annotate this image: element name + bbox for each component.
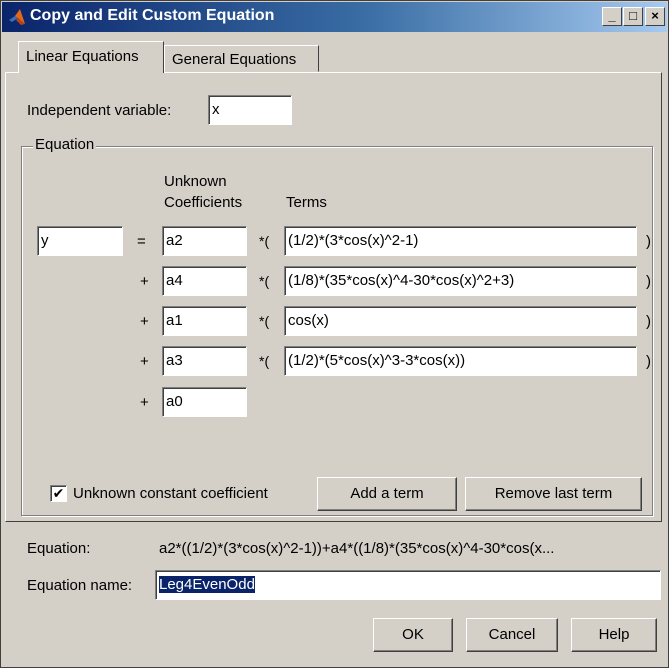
title-bar[interactable]: Copy and Edit Custom Equation _ □ × xyxy=(2,2,667,32)
dependent-variable-input[interactable]: y xyxy=(37,226,123,256)
equation-label: Equation: xyxy=(27,540,91,557)
row-operator: + xyxy=(140,313,149,330)
times-open-paren: *( xyxy=(259,233,270,249)
equation-text: a2*((1/2)*(3*cos(x)^2-1))+a4*((1/8)*(35*… xyxy=(159,540,555,557)
close-paren: ) xyxy=(646,233,651,250)
term-input[interactable]: cos(x) xyxy=(284,306,637,336)
times-open-paren: *( xyxy=(259,353,270,369)
window-title: Copy and Edit Custom Equation xyxy=(30,7,275,24)
constant-coefficient-input[interactable]: a0 xyxy=(162,387,247,417)
term-input[interactable]: (1/2)*(5*cos(x)^3-3*cos(x)) xyxy=(284,346,637,376)
matlab-logo-icon xyxy=(7,7,27,27)
help-button[interactable]: Help xyxy=(571,618,657,652)
terms-header: Terms xyxy=(286,194,327,211)
row-operator: + xyxy=(140,353,149,370)
close-paren: ) xyxy=(646,273,651,290)
unknown-constant-label: Unknown constant coefficient xyxy=(73,485,268,502)
tab-linear-equations[interactable]: Linear Equations xyxy=(18,41,164,73)
unknown-header-line1: Unknown xyxy=(164,173,227,190)
close-paren: ) xyxy=(646,353,651,370)
close-button[interactable]: × xyxy=(645,7,665,26)
ok-button[interactable]: OK xyxy=(373,618,453,652)
tab-general-equations-label: General Equations xyxy=(172,51,297,68)
coefficient-input[interactable]: a1 xyxy=(162,306,247,336)
add-term-button[interactable]: Add a term xyxy=(317,477,457,511)
maximize-button[interactable]: □ xyxy=(623,7,643,26)
tab-linear-equations-label: Linear Equations xyxy=(26,48,139,65)
term-input[interactable]: (1/2)*(3*cos(x)^2-1) xyxy=(284,226,637,256)
dialog-window: Copy and Edit Custom Equation _ □ × Line… xyxy=(0,0,669,668)
independent-variable-input[interactable]: x xyxy=(208,95,292,125)
cancel-button[interactable]: Cancel xyxy=(466,618,558,652)
tab-general-equations[interactable]: General Equations xyxy=(164,45,319,72)
row-operator: = xyxy=(137,233,146,250)
equation-name-input[interactable]: Leg4EvenOdd xyxy=(155,570,661,600)
times-open-paren: *( xyxy=(259,313,270,329)
coefficient-input[interactable]: a2 xyxy=(162,226,247,256)
term-input[interactable]: (1/8)*(35*cos(x)^4-30*cos(x)^2+3) xyxy=(284,266,637,296)
minimize-button[interactable]: _ xyxy=(602,7,622,26)
unknown-header-line2: Coefficients xyxy=(164,194,243,211)
row-operator: + xyxy=(140,273,149,290)
constant-operator: + xyxy=(140,394,149,411)
independent-variable-label: Independent variable: xyxy=(27,102,172,119)
coefficient-input[interactable]: a4 xyxy=(162,266,247,296)
coefficient-input[interactable]: a3 xyxy=(162,346,247,376)
remove-last-term-button[interactable]: Remove last term xyxy=(465,477,642,511)
close-paren: ) xyxy=(646,313,651,330)
equation-group-label: Equation xyxy=(33,136,97,153)
equation-name-label: Equation name: xyxy=(27,577,133,594)
equation-name-value: Leg4EvenOdd xyxy=(159,576,255,593)
unknown-constant-checkbox[interactable]: ✔ xyxy=(50,485,67,502)
times-open-paren: *( xyxy=(259,273,270,289)
